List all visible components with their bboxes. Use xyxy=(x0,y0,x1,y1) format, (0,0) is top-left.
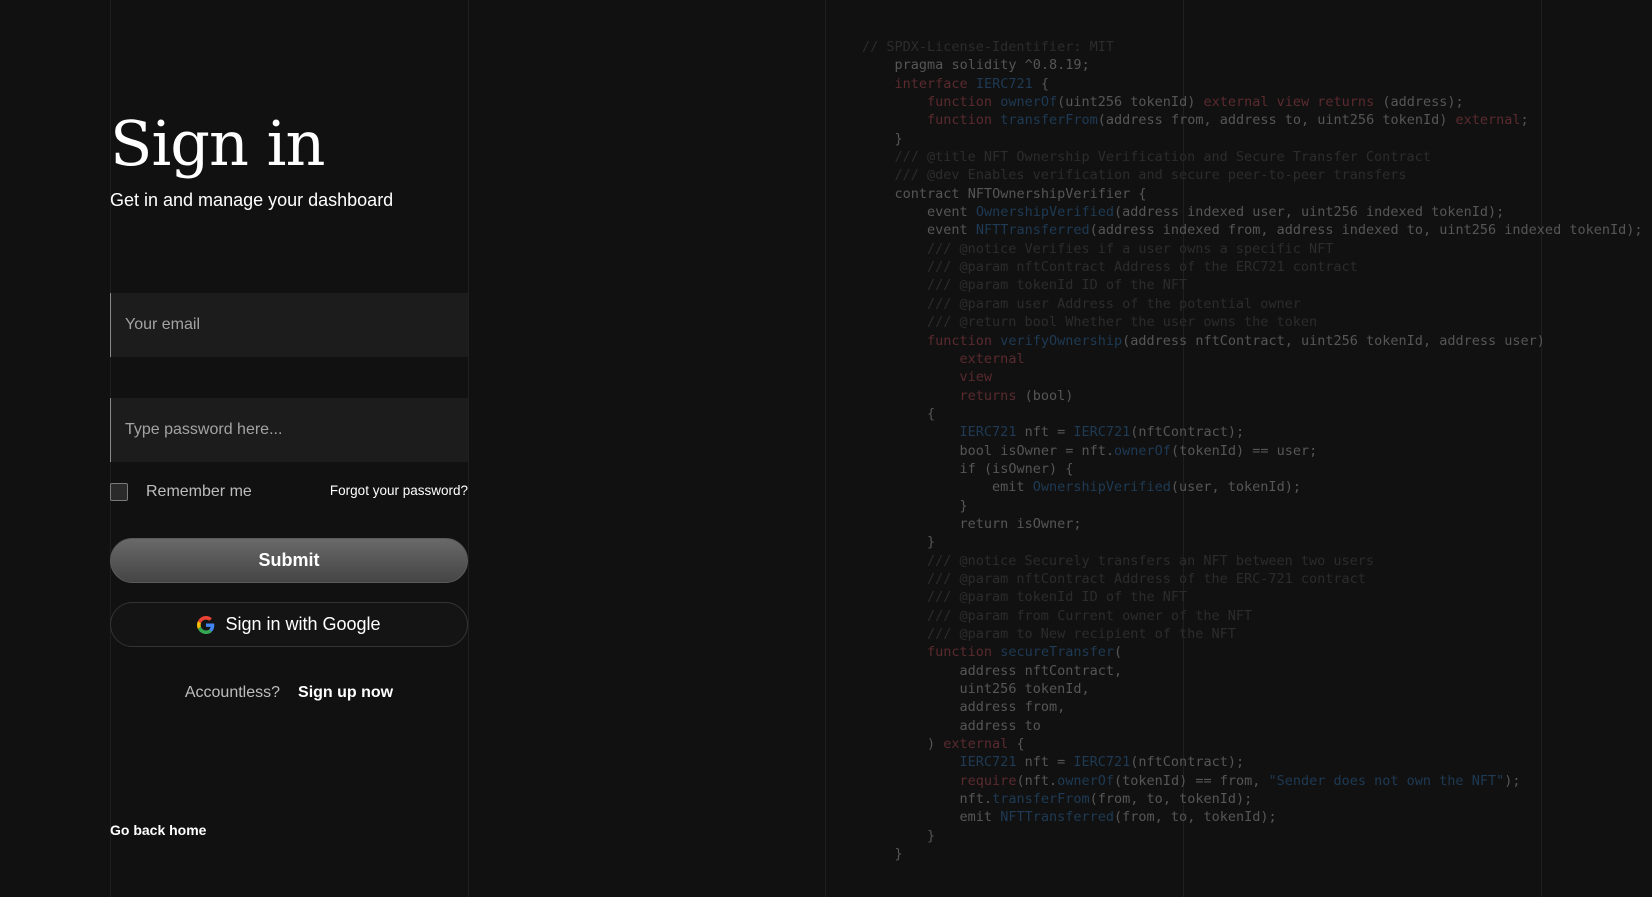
code-line: view xyxy=(959,369,993,386)
code-line: emit NFTTransferred(from, to, tokenId); xyxy=(959,809,1277,826)
page-title: Sign in xyxy=(110,107,325,180)
code-line: ) external { xyxy=(862,736,1025,753)
code-line: IERC721 nft = IERC721(nftContract); xyxy=(959,754,1245,771)
google-button-label: Sign in with Google xyxy=(225,614,381,634)
forgot-password-link[interactable]: Forgot your password? xyxy=(330,483,468,498)
remember-me-label: Remember me xyxy=(146,483,252,500)
code-line: { xyxy=(862,405,936,422)
code-line: function ownerOf(uint256 tokenId) extern… xyxy=(927,94,1464,111)
code-line: require(nft.ownerOf(tokenId) == from, "S… xyxy=(959,772,1521,789)
grid-line xyxy=(825,0,826,897)
code-line: /// @title NFT Ownership Verification an… xyxy=(862,149,1431,166)
code-line: } xyxy=(862,130,903,147)
code-line: uint256 tokenId, xyxy=(959,681,1090,698)
code-line: /// @param tokenId ID of the NFT xyxy=(862,589,1188,606)
code-line: function verifyOwnership(address nftCont… xyxy=(927,332,1545,349)
code-line: /// @param tokenId ID of the NFT xyxy=(862,277,1188,294)
code-line: /// @dev Enables verification and secure… xyxy=(862,167,1407,184)
code-line: } xyxy=(862,534,936,551)
code-line: /// @notice Securely transfers an NFT be… xyxy=(862,552,1375,569)
code-line: /// @param to New recipient of the NFT xyxy=(862,626,1236,642)
code-line: interface IERC721 { xyxy=(894,75,1049,92)
google-icon xyxy=(197,615,215,634)
code-line: contract NFTOwnershipVerifier { xyxy=(894,185,1147,202)
code-line: } xyxy=(862,846,903,863)
code-background: // SPDX-License-Identifier: MIT pragma s… xyxy=(862,38,1643,863)
code-line: /// @param nftContract Address of the ER… xyxy=(862,570,1366,587)
sign-up-link[interactable]: Sign up now xyxy=(298,684,393,702)
code-line: event OwnershipVerified(address indexed … xyxy=(927,204,1505,221)
remember-me-option[interactable]: Remember me xyxy=(110,481,252,503)
code-line: if (isOwner) { xyxy=(959,460,1074,477)
code-line: IERC721 nft = IERC721(nftContract); xyxy=(959,424,1245,441)
code-line: returns (bool) xyxy=(959,387,1074,404)
password-input[interactable] xyxy=(110,398,468,462)
code-line: address from, xyxy=(959,699,1066,716)
code-line: /// @return bool Whether the user owns t… xyxy=(862,314,1318,331)
code-line: external xyxy=(959,350,1025,367)
code-line: emit OwnershipVerified(user, tokenId); xyxy=(992,479,1301,496)
submit-button[interactable]: Submit xyxy=(110,538,468,583)
code-line: event NFTTransferred(address indexed fro… xyxy=(927,222,1643,239)
code-line: address nftContract, xyxy=(959,662,1123,679)
code-line: /// @param nftContract Address of the ER… xyxy=(862,259,1358,276)
code-line: nft.transferFrom(from, to, tokenId); xyxy=(959,791,1253,808)
code-line: address to xyxy=(959,717,1041,734)
code-line: pragma solidity ^0.8.19; xyxy=(894,57,1090,74)
code-line: bool isOwner = nft.ownerOf(tokenId) == u… xyxy=(959,442,1318,459)
code-line: } xyxy=(862,827,936,844)
code-line: // SPDX-License-Identifier: MIT xyxy=(862,39,1114,55)
code-line: /// @param from Current owner of the NFT xyxy=(862,607,1253,624)
code-line: return isOwner; xyxy=(959,515,1082,532)
grid-line xyxy=(468,0,469,897)
page-subtitle: Get in and manage your dashboard xyxy=(110,190,394,210)
google-sign-in-button[interactable]: Sign in with Google xyxy=(110,602,468,647)
signup-prompt: Accountless? Sign up now xyxy=(110,684,468,702)
remember-me-checkbox[interactable] xyxy=(110,483,128,501)
go-back-home-link[interactable]: Go back home xyxy=(110,822,206,838)
code-line: /// @param user Address of the potential… xyxy=(862,295,1301,312)
account-prompt-text: Accountless? xyxy=(184,684,281,701)
code-line: } xyxy=(862,497,968,514)
code-line: /// @notice Verifies if a user owns a sp… xyxy=(862,240,1334,257)
code-line: function secureTransfer( xyxy=(927,644,1123,661)
code-line: function transferFrom(address from, addr… xyxy=(927,112,1529,129)
email-input[interactable] xyxy=(110,293,468,357)
